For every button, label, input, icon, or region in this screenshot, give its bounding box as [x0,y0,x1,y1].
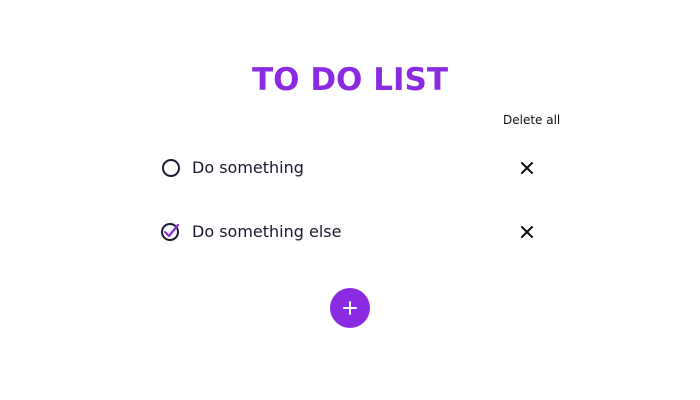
delete-all-button[interactable]: Delete all [503,111,560,129]
circle-checked-icon[interactable] [160,221,182,243]
list-item: Do something else [160,218,540,246]
close-icon[interactable] [517,158,537,178]
add-todo-button[interactable] [330,288,370,328]
todo-text: Do something else [192,222,342,241]
list-item: Do something [160,154,540,182]
page-title: TO DO LIST [252,62,448,98]
todo-app: TO DO LIST Delete all Do something Do so… [0,0,700,400]
todo-text: Do something [192,158,304,177]
close-icon[interactable] [517,222,537,242]
circle-unchecked-icon[interactable] [160,157,182,179]
plus-icon [342,300,358,316]
